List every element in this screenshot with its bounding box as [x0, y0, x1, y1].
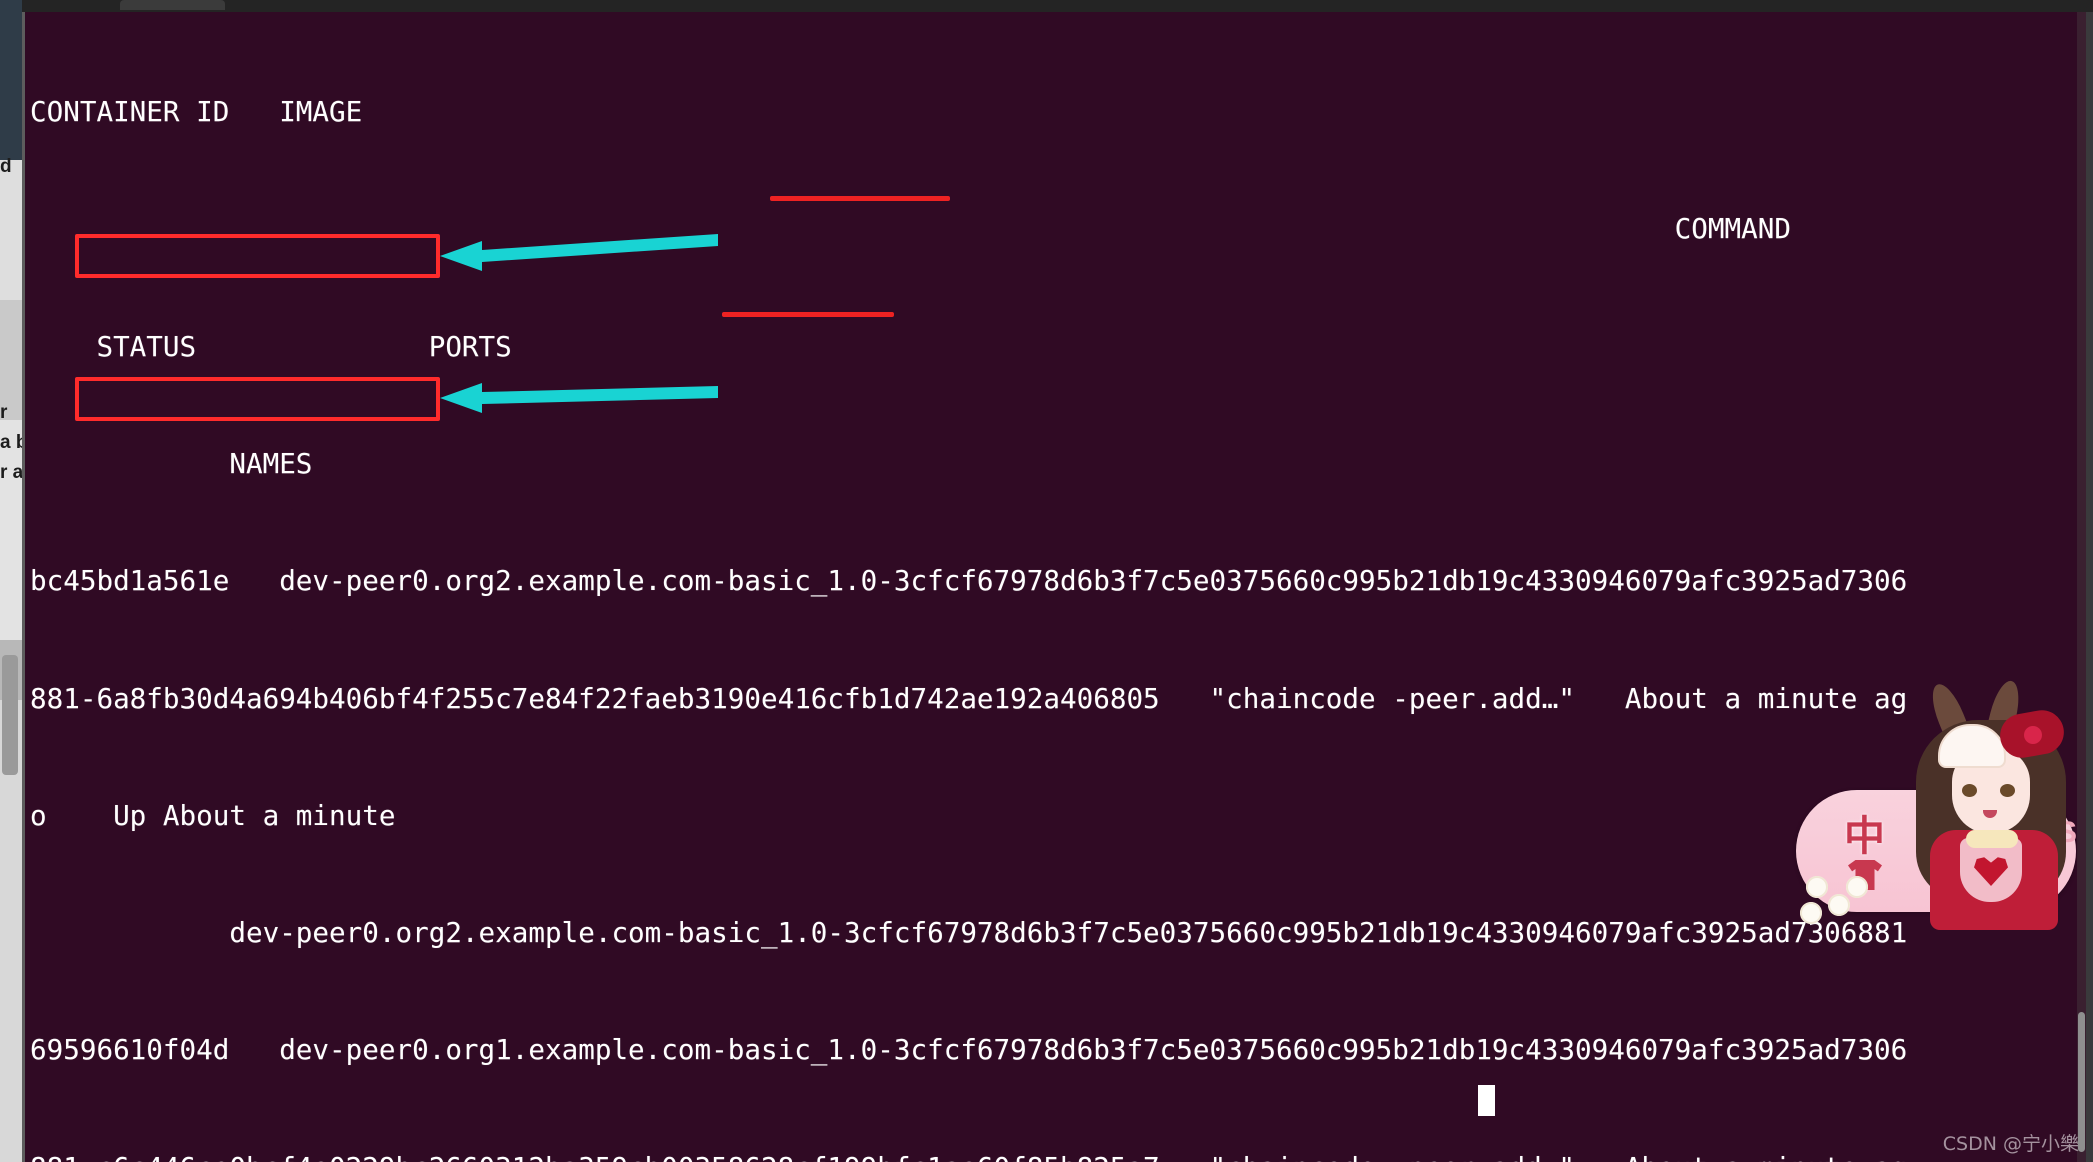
ime-skin-overlay[interactable]: 中 S: [1786, 677, 2093, 940]
ime-character-figure: [1800, 677, 2079, 930]
terminal-line: STATUS PORTS: [30, 329, 512, 363]
terminal-scrollbar-thumb[interactable]: [2078, 1012, 2085, 1152]
terminal-line: CONTAINER ID IMAGE: [30, 95, 363, 129]
character-sash: [1966, 830, 2018, 848]
terminal-output: CONTAINER ID IMAGE COMMAND CREATED STATU…: [22, 14, 2086, 1162]
terminal-titlebar[interactable]: [22, 0, 2093, 12]
terminal-tab[interactable]: [120, 0, 225, 10]
flower-decoration-icon: [1846, 876, 1868, 898]
terminal-line: 881-6a8fb30d4a694b406bf4f255c7e84f22faeb…: [30, 681, 1908, 715]
flower-decoration-icon: [1828, 894, 1850, 916]
terminal-scrollbar[interactable]: [2077, 12, 2086, 1162]
terminal-cursor: [1478, 1085, 1495, 1116]
bg-fragment-3: a b: [0, 432, 22, 453]
csdn-watermark: CSDN @宁小樂: [1942, 1133, 2079, 1155]
terminal-line: dev-peer0.org2.example.com-basic_1.0-3cf…: [30, 916, 1908, 950]
terminal-window[interactable]: CONTAINER ID IMAGE COMMAND CREATED STATU…: [22, 12, 2086, 1162]
terminal-line: 69596610f04d dev-peer0.org1.example.com-…: [30, 1033, 1908, 1067]
terminal-line: 881-c6c446ce0bcf4e0229bc2660312ba359cb00…: [22, 1148, 2086, 1162]
character-bow-knot: [2024, 726, 2042, 744]
terminal-line: NAMES: [30, 447, 313, 481]
bg-fragment-4: r a: [0, 462, 22, 483]
flower-decoration-icon: [1806, 876, 1828, 898]
terminal-line: o Up About a minute: [30, 798, 396, 832]
character-eye-right: [2000, 784, 2015, 797]
bg-fragment-1: d: [0, 156, 12, 177]
background-window-text-fragments: d r a b r a: [0, 0, 22, 1162]
terminal-line: bc45bd1a561e dev-peer0.org2.example.com-…: [30, 564, 1908, 598]
character-eye-left: [1962, 784, 1977, 797]
bg-fragment-2: r: [0, 402, 8, 423]
ime-language-glyph[interactable]: 中: [1844, 802, 1885, 862]
terminal-line: COMMAND CREATED: [30, 212, 2086, 246]
flower-decoration-icon: [1800, 902, 1822, 924]
